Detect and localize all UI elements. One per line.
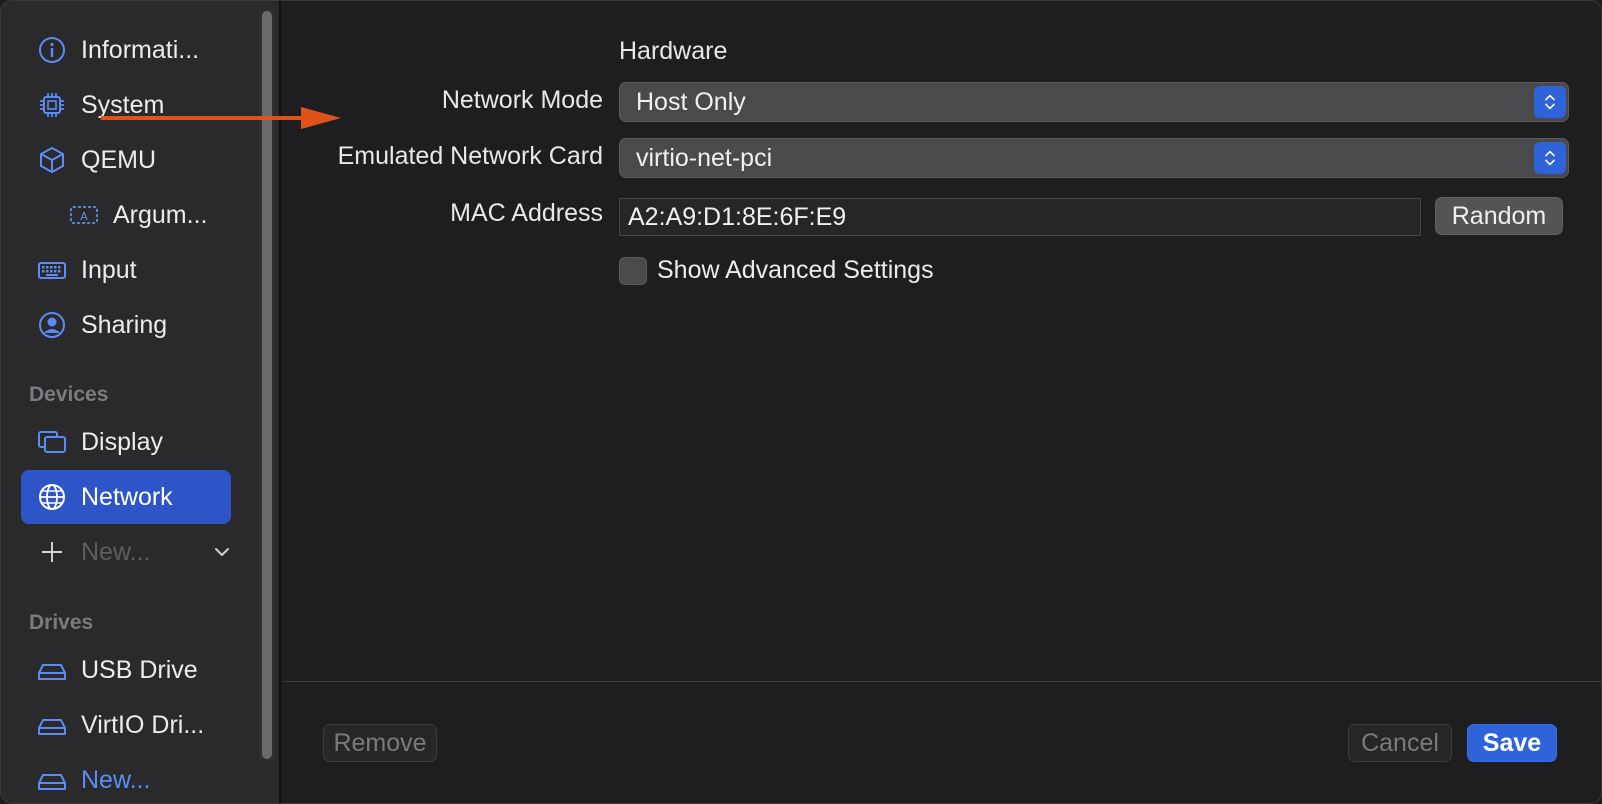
mac-address-field[interactable]: A2:A9:D1:8E:6F:E9 bbox=[619, 198, 1421, 236]
sidebar-item-label: New... bbox=[81, 765, 151, 794]
section-title: Hardware bbox=[619, 37, 728, 65]
sidebar-item-label: Argum... bbox=[113, 200, 208, 229]
sidebar-item-information[interactable]: Informati... bbox=[21, 23, 231, 77]
sidebar-item-network[interactable]: Network bbox=[21, 470, 231, 524]
advanced-settings-label: Show Advanced Settings bbox=[657, 256, 934, 284]
sidebar-item-label: Informati... bbox=[81, 35, 200, 64]
annotation-arrow-icon bbox=[101, 107, 341, 129]
sidebar-item-sharing[interactable]: Sharing bbox=[21, 298, 231, 352]
advanced-settings-checkbox[interactable] bbox=[619, 257, 647, 285]
plus-icon bbox=[35, 535, 69, 569]
remove-button[interactable]: Remove bbox=[323, 724, 437, 762]
section-label-drives: Drives bbox=[29, 611, 94, 634]
cancel-button[interactable]: Cancel bbox=[1348, 724, 1452, 762]
sidebar-item-label: Sharing bbox=[81, 310, 168, 339]
svg-text:A: A bbox=[80, 210, 88, 223]
info-icon bbox=[35, 33, 69, 67]
up-down-chevron-icon bbox=[1534, 86, 1566, 118]
sidebar-item-qemu[interactable]: QEMU bbox=[21, 133, 231, 187]
person-circle-icon bbox=[35, 308, 69, 342]
random-mac-button[interactable]: Random bbox=[1435, 197, 1563, 235]
drive-icon bbox=[35, 708, 69, 742]
sidebar-item-label: Network bbox=[81, 482, 173, 511]
sidebar-item-usb-drive[interactable]: USB Drive bbox=[21, 643, 231, 697]
network-card-value: virtio-net-pci bbox=[636, 143, 773, 172]
network-mode-select[interactable]: Host Only bbox=[619, 82, 1569, 122]
mac-address-label: MAC Address bbox=[450, 199, 603, 227]
new-drive-button[interactable]: New... bbox=[21, 753, 231, 803]
display-icon bbox=[35, 425, 69, 459]
network-card-select[interactable]: virtio-net-pci bbox=[619, 138, 1569, 178]
sidebar-item-label: QEMU bbox=[81, 145, 156, 174]
save-button[interactable]: Save bbox=[1467, 724, 1557, 762]
network-mode-value: Host Only bbox=[636, 87, 746, 116]
sidebar-item-display[interactable]: Display bbox=[21, 415, 231, 469]
cpu-icon bbox=[35, 88, 69, 122]
drive-add-icon bbox=[35, 763, 69, 797]
keyboard-icon bbox=[35, 253, 69, 287]
sidebar-item-label: VirtIO Dri... bbox=[81, 710, 205, 739]
globe-icon bbox=[35, 480, 69, 514]
drive-icon bbox=[35, 653, 69, 687]
sidebar-item-virtio-drive[interactable]: VirtIO Dri... bbox=[21, 698, 231, 752]
new-device-button[interactable]: New... bbox=[21, 525, 231, 579]
network-card-label: Emulated Network Card bbox=[337, 142, 603, 170]
settings-window: Informati... System QEMU A Argum... Inpu… bbox=[0, 0, 1602, 804]
section-label-devices: Devices bbox=[29, 383, 109, 406]
sidebar-item-input[interactable]: Input bbox=[21, 243, 231, 297]
network-mode-label: Network Mode bbox=[441, 86, 603, 114]
sidebar-item-label: Display bbox=[81, 427, 163, 456]
chevron-down-icon bbox=[215, 548, 229, 556]
up-down-chevron-icon bbox=[1534, 142, 1566, 174]
cube-icon bbox=[35, 143, 69, 177]
main-panel: Hardware Network Mode Host Only Emulated… bbox=[283, 1, 1601, 803]
footer-divider bbox=[283, 681, 1601, 682]
sidebar-item-label: Input bbox=[81, 255, 137, 284]
text-field-icon: A bbox=[67, 198, 101, 232]
sidebar-item-label: USB Drive bbox=[81, 655, 198, 684]
sidebar-item-arguments[interactable]: A Argum... bbox=[53, 188, 233, 242]
sidebar-item-label: New... bbox=[81, 537, 151, 566]
